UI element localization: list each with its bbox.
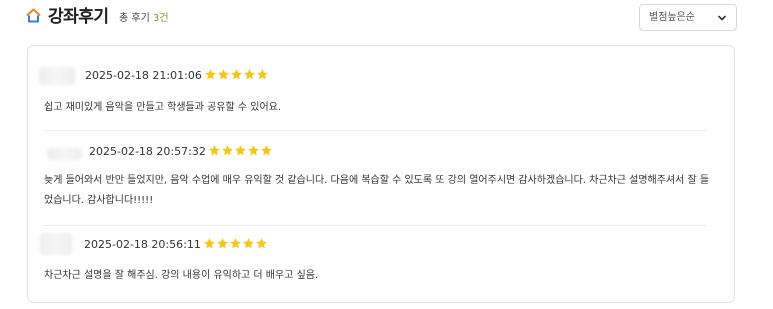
review-date: 2025-02-18 21:01:06 [85,69,202,82]
review-item: 2025-02-18 20:56:11 차근차근 설명을 잘 해주심. 강의 내… [40,233,718,286]
star-icon [209,145,220,156]
star-icon [230,238,241,249]
review-text: 차근차근 설명을 잘 해주심. 강의 내용이 유익하고 더 배우고 싶음. [44,270,319,281]
home-icon [26,8,41,23]
star-icon [222,145,233,156]
star-icon [257,69,268,80]
star-icon [243,238,254,249]
review-total-label: 총 후기 [119,13,153,24]
sort-select[interactable]: 별점높은순 [639,4,737,31]
review-rating [203,237,268,253]
review-date: 2025-02-18 20:56:11 [84,238,201,251]
star-icon [205,69,216,80]
reviewer-name-blurred [40,233,72,255]
review-total: 총 후기 3건 [119,12,169,26]
chevron-down-icon [718,15,726,21]
star-icon [244,69,255,80]
star-icon [248,145,259,156]
divider [44,130,707,131]
review-rating [204,68,269,84]
review-list: 2025-02-18 21:01:06 쉽고 재미있게 음악을 만들고 학생들과… [27,45,735,303]
star-icon [218,69,229,80]
review-meta: 2025-02-18 20:56:11 [40,233,718,256]
star-icon [256,238,267,249]
star-icon [235,145,246,156]
divider [44,225,707,226]
review-meta: 2025-02-18 21:01:06 [39,67,718,87]
star-icon [204,238,215,249]
review-total-count: 3건 [152,13,169,24]
review-item: 2025-02-18 21:01:06 쉽고 재미있게 음악을 만들고 학생들과… [39,67,718,118]
star-icon [231,69,242,80]
review-item: 2025-02-18 20:57:32 늦게 들어와서 반만 들었지만, 음악 … [44,143,718,211]
sort-select-value: 별점높은순 [649,12,695,23]
star-icon [261,145,272,156]
reviews-header: 강좌후기 총 후기 3건 별점높은순 [26,4,737,34]
review-meta: 2025-02-18 20:57:32 [44,143,718,163]
review-text: 쉽고 재미있게 음악을 만들고 학생들과 공유할 수 있어요. [44,102,282,113]
star-icon [217,238,228,249]
reviewer-name-blurred [47,148,82,160]
review-rating [208,144,273,160]
review-date: 2025-02-18 20:57:32 [89,145,206,158]
review-text: 늦게 들어와서 반만 들었지만, 음악 수업에 매우 유익할 것 같습니다. 다… [44,175,710,206]
page-title: 강좌후기 [48,7,109,27]
reviewer-name-blurred [39,67,75,85]
